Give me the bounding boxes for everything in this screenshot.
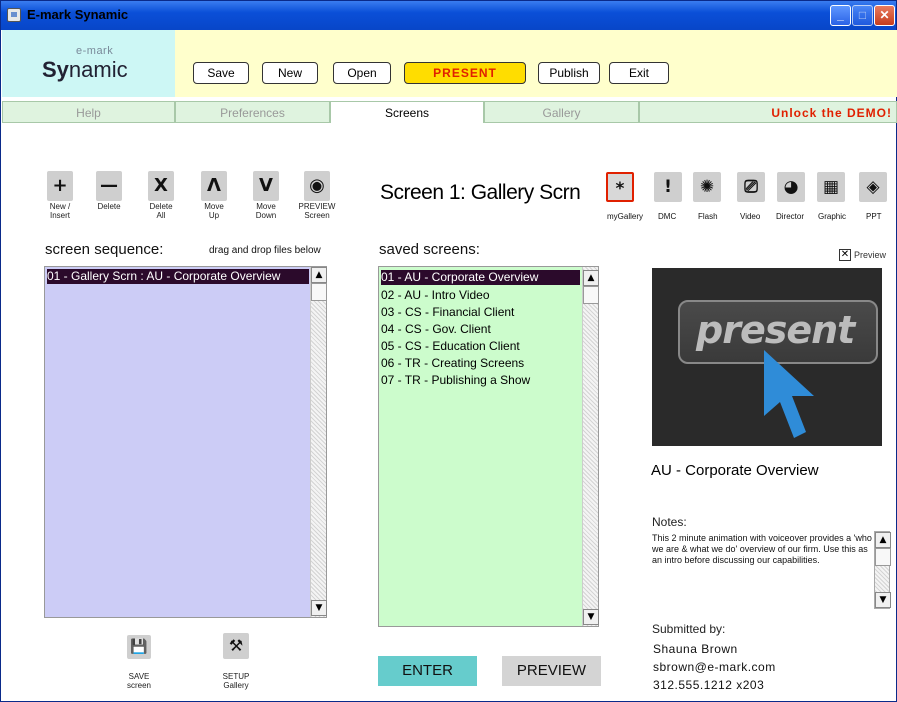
screen-sequence-title: screen sequence: bbox=[45, 241, 164, 258]
logo-rest: namic bbox=[68, 57, 128, 82]
move-up-label: Move Up bbox=[204, 202, 224, 220]
exclamation-icon[interactable]: ! bbox=[654, 172, 682, 202]
open-button[interactable]: Open bbox=[333, 62, 391, 84]
save-button[interactable]: Save bbox=[193, 62, 249, 84]
main-tabs: Help Preferences Screens Gallery Unlock … bbox=[2, 101, 897, 123]
screen-title: Screen 1: Gallery Scrn bbox=[380, 181, 581, 204]
notes-text: This 2 minute animation with voiceover p… bbox=[652, 533, 872, 565]
maximize-button[interactable]: □ bbox=[852, 5, 873, 26]
cursor-arrow-icon bbox=[764, 350, 814, 438]
scroll-thumb[interactable] bbox=[311, 283, 327, 301]
graphic-icon[interactable]: ▦ bbox=[817, 172, 845, 202]
scroll-up-icon[interactable]: ▲ bbox=[311, 267, 327, 283]
delete-icon[interactable]: — bbox=[96, 171, 122, 201]
list-item[interactable]: 07 - TR - Publishing a Show bbox=[381, 373, 530, 388]
scroll-down-icon[interactable]: ▼ bbox=[875, 592, 891, 608]
submitter-email: sbrown@e-mark.com bbox=[653, 660, 776, 674]
screen-sequence-list[interactable]: 01 - Gallery Scrn : AU - Corporate Overv… bbox=[44, 266, 327, 618]
app-icon bbox=[7, 8, 21, 22]
preview-image: present bbox=[652, 268, 882, 446]
scroll-down-icon[interactable]: ▼ bbox=[311, 600, 327, 616]
list-item[interactable]: 06 - TR - Creating Screens bbox=[381, 356, 524, 371]
submitted-by-label: Submitted by: bbox=[652, 622, 726, 636]
tab-help[interactable]: Help bbox=[2, 101, 175, 123]
exit-button[interactable]: Exit bbox=[609, 62, 669, 84]
tab-unlock-demo[interactable]: Unlock the DEMO! bbox=[639, 101, 897, 123]
graphic-label: Graphic bbox=[818, 212, 847, 221]
tab-gallery[interactable]: Gallery bbox=[484, 101, 639, 123]
move-up-icon[interactable]: Λ bbox=[201, 171, 227, 201]
new-insert-icon[interactable]: + bbox=[47, 171, 73, 201]
toolbar: Save New Open PRESENT Publish Exit bbox=[175, 30, 897, 97]
title-bar: E-mark Synamic _ □ ✕ bbox=[1, 1, 896, 30]
new-insert-label: New / Insert bbox=[49, 202, 71, 220]
director-icon[interactable]: ◕ bbox=[777, 172, 805, 202]
logo-small-text: e-mark bbox=[76, 45, 114, 57]
preview-screen-icon[interactable]: ◉ bbox=[304, 171, 330, 201]
saved-screens-list[interactable]: 01 - AU - Corporate Overview 02 - AU - I… bbox=[378, 266, 599, 627]
logo-bold: Sy bbox=[42, 57, 69, 82]
setup-gallery-icon[interactable]: ⚒ bbox=[223, 633, 249, 659]
enter-button[interactable]: ENTER bbox=[378, 656, 477, 686]
saved-screens-title: saved screens: bbox=[379, 241, 480, 258]
video-label: Video bbox=[740, 212, 761, 221]
window-title: E-mark Synamic bbox=[27, 7, 129, 22]
present-button[interactable]: PRESENT bbox=[404, 62, 526, 84]
submitter-phone: 312.555.1212 x203 bbox=[653, 678, 765, 692]
save-screen-icon[interactable]: 💾 bbox=[127, 635, 151, 659]
video-icon[interactable]: ⎚ bbox=[737, 172, 765, 202]
new-button[interactable]: New bbox=[262, 62, 318, 84]
scroll-thumb[interactable] bbox=[583, 286, 599, 304]
star-icon[interactable]: * bbox=[606, 172, 634, 202]
drag-drop-hint: drag and drop files below bbox=[209, 245, 321, 256]
setup-gallery-label: SETUP Gallery bbox=[222, 672, 250, 690]
preview-screen-label: PREVIEW Screen bbox=[298, 202, 336, 220]
preview-checkbox[interactable]: ✕ bbox=[839, 249, 851, 261]
flash-icon[interactable]: ✺ bbox=[693, 172, 721, 202]
list-item[interactable]: 01 - AU - Corporate Overview bbox=[381, 270, 580, 285]
scroll-down-icon[interactable]: ▼ bbox=[583, 609, 599, 625]
app-window: E-mark Synamic _ □ ✕ e-mark Synamic Save… bbox=[0, 0, 897, 702]
flash-label: Flash bbox=[698, 212, 718, 221]
notes-label: Notes: bbox=[652, 515, 687, 529]
sequence-scrollbar[interactable]: ▲ ▼ bbox=[310, 267, 327, 617]
preview-screen-name: AU - Corporate Overview bbox=[651, 462, 819, 479]
scroll-thumb[interactable] bbox=[875, 548, 891, 566]
minimize-button[interactable]: _ bbox=[830, 5, 851, 26]
save-screen-label: SAVE screen bbox=[126, 672, 151, 690]
list-item[interactable]: 02 - AU - Intro Video bbox=[381, 288, 490, 303]
preview-button[interactable]: PREVIEW bbox=[502, 656, 601, 686]
close-button[interactable]: ✕ bbox=[874, 5, 895, 26]
tab-screens[interactable]: Screens bbox=[330, 101, 484, 123]
tab-preferences[interactable]: Preferences bbox=[175, 101, 330, 123]
list-item[interactable]: 01 - Gallery Scrn : AU - Corporate Overv… bbox=[47, 269, 309, 284]
mygallery-label: myGallery bbox=[607, 212, 644, 221]
scroll-up-icon[interactable]: ▲ bbox=[583, 270, 599, 286]
scroll-up-icon[interactable]: ▲ bbox=[875, 532, 891, 548]
move-down-label: Move Down bbox=[255, 202, 277, 220]
move-down-icon[interactable]: V bbox=[253, 171, 279, 201]
list-item[interactable]: 03 - CS - Financial Client bbox=[381, 305, 514, 320]
dmc-label: DMC bbox=[658, 212, 677, 221]
delete-all-icon[interactable]: X bbox=[148, 171, 174, 201]
logo: e-mark Synamic bbox=[2, 30, 175, 97]
publish-button[interactable]: Publish bbox=[538, 62, 600, 84]
preview-checkbox-label: Preview bbox=[854, 250, 887, 260]
ppt-label: PPT bbox=[866, 212, 882, 221]
director-label: Director bbox=[776, 212, 805, 221]
list-item[interactable]: 04 - CS - Gov. Client bbox=[381, 322, 491, 337]
saved-scrollbar[interactable]: ▲ ▼ bbox=[582, 267, 599, 626]
delete-all-label: Delete All bbox=[149, 202, 173, 220]
logo-big-text: Synamic bbox=[42, 57, 128, 83]
ppt-icon[interactable]: ◈ bbox=[859, 172, 887, 202]
notes-scrollbar[interactable]: ▲ ▼ bbox=[874, 531, 891, 609]
delete-label: Delete bbox=[97, 202, 121, 211]
list-item[interactable]: 05 - CS - Education Client bbox=[381, 339, 520, 354]
submitter-name: Shauna Brown bbox=[653, 642, 738, 656]
